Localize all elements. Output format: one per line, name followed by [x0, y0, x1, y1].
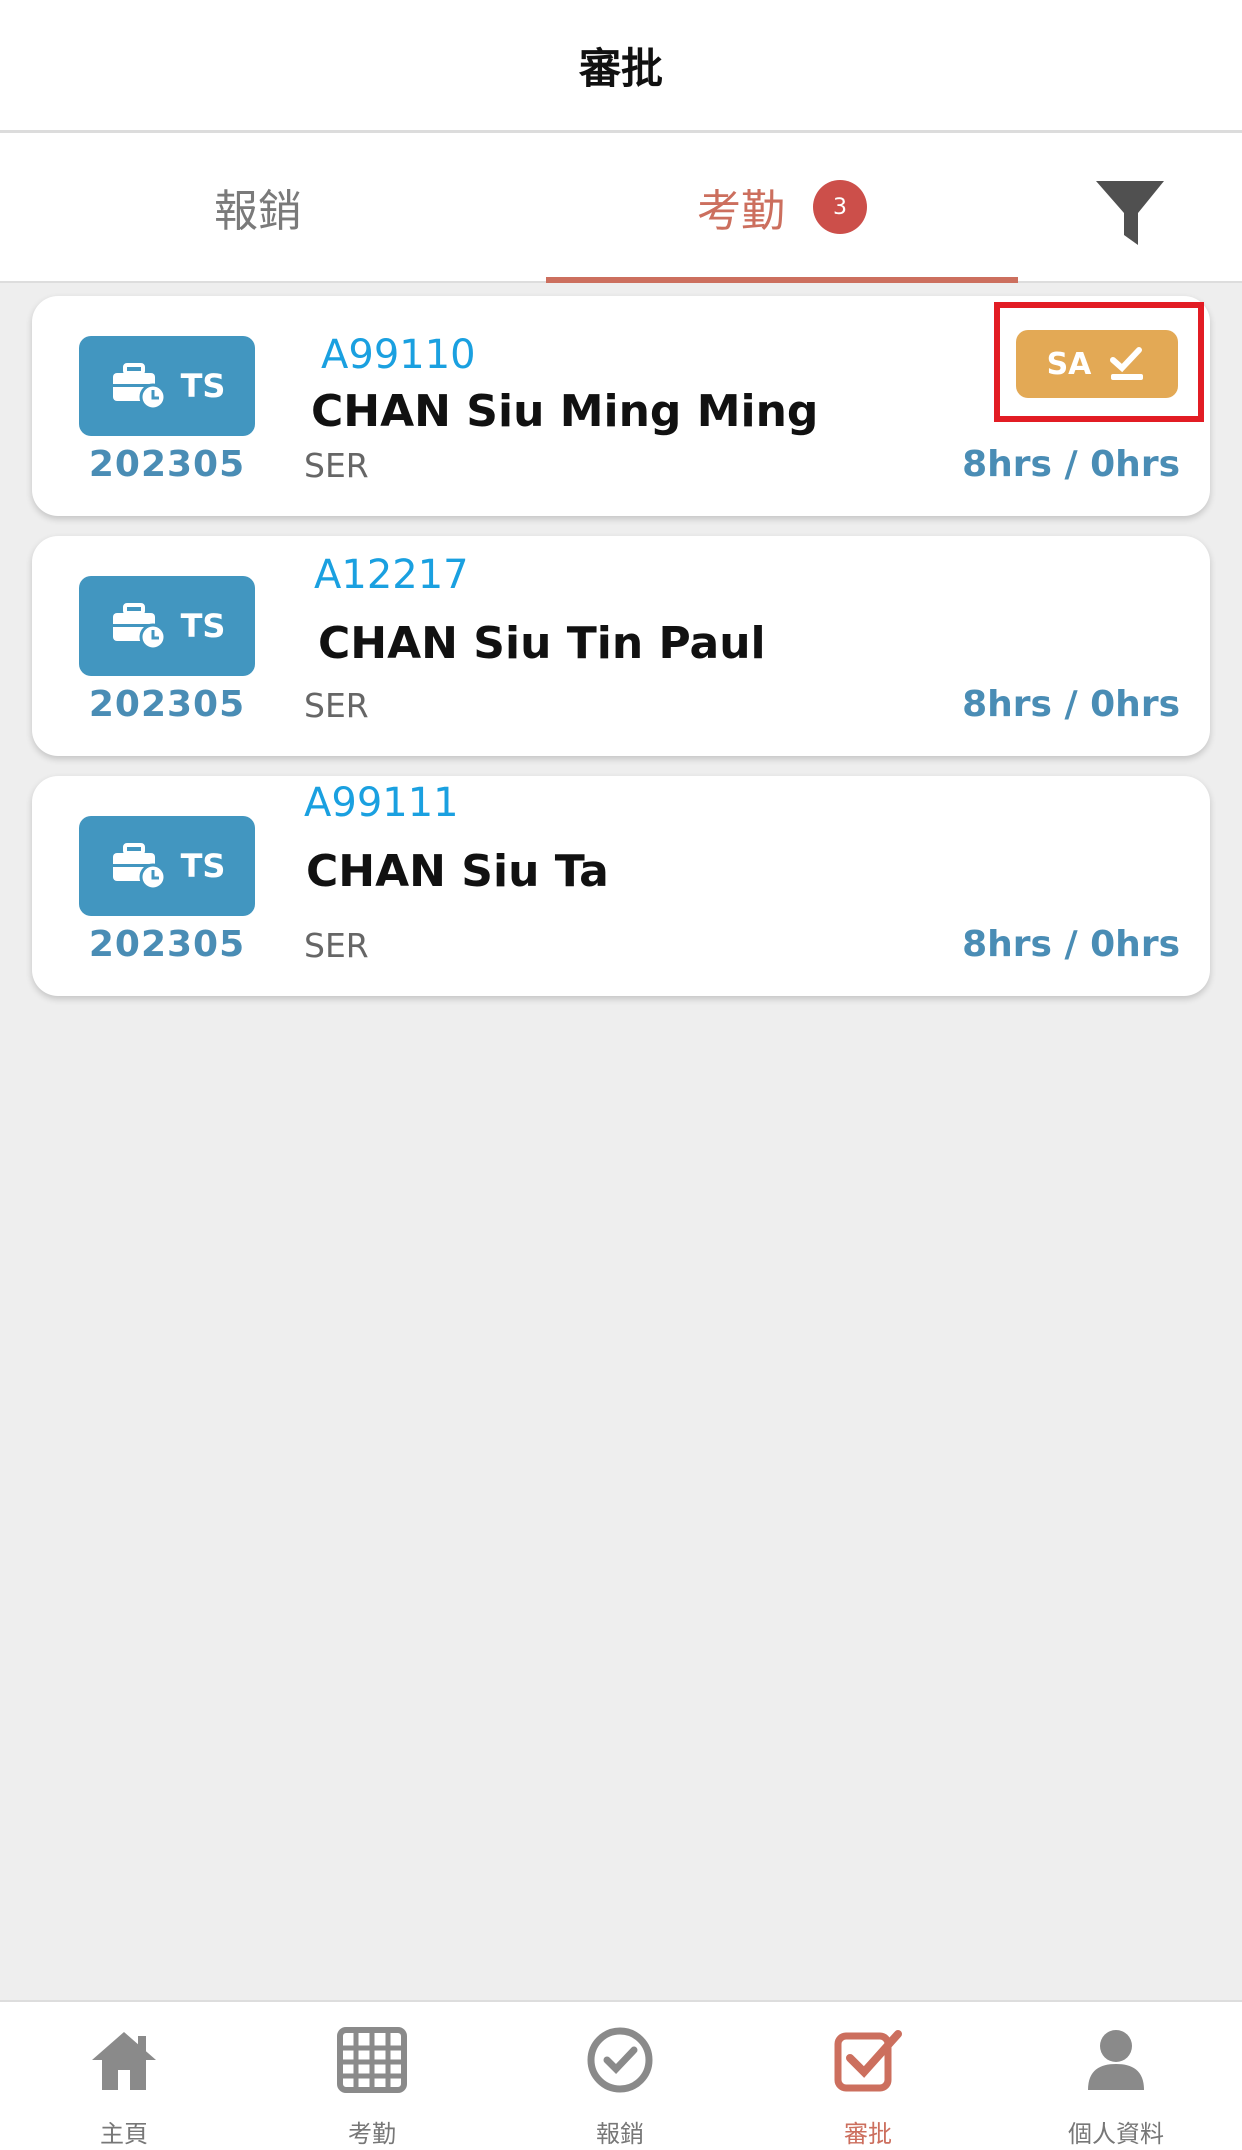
- hours-summary: 8hrs / 0hrs: [962, 684, 1180, 725]
- nav-profile[interactable]: 個人資料: [992, 2002, 1240, 2150]
- nav-home-label: 主頁: [100, 2120, 148, 2148]
- nav-attendance-label: 考勤: [348, 2120, 396, 2148]
- approval-card[interactable]: TS 202305 A99111 CHAN Siu Ta SER 8hrs / …: [32, 776, 1210, 996]
- nav-approval-label: 審批: [844, 2120, 892, 2148]
- employee-id: A99110: [321, 332, 476, 378]
- briefcase-clock-icon: [112, 603, 167, 651]
- page-title: 審批: [578, 43, 663, 93]
- tab-claims-label: 報銷: [214, 186, 302, 237]
- nav-attendance[interactable]: 考勤: [248, 2002, 496, 2150]
- app-header: 審批: [0, 0, 1242, 133]
- ts-type-badge: TS: [79, 576, 255, 676]
- employee-name: CHAN Siu Ta: [306, 846, 609, 897]
- pending-count-badge: 3: [813, 180, 867, 234]
- ts-type-label: TS: [180, 607, 226, 645]
- nav-approval[interactable]: 審批: [744, 2002, 992, 2150]
- tab-attendance-label: 考勤: [697, 186, 785, 237]
- briefcase-clock-icon: [112, 843, 167, 891]
- ts-type-badge: TS: [79, 816, 255, 916]
- period-label: 202305: [88, 684, 246, 725]
- nav-profile-label: 個人資料: [1068, 2120, 1164, 2148]
- sa-button-label: SA: [1046, 346, 1092, 382]
- filter-button[interactable]: [1090, 173, 1170, 253]
- approval-check-icon: [834, 2030, 902, 2092]
- ts-type-badge: TS: [79, 336, 255, 436]
- period-label: 202305: [88, 924, 246, 965]
- employee-id: A12217: [314, 552, 469, 598]
- employee-id: A99111: [304, 780, 459, 826]
- tab-claims[interactable]: 報銷: [0, 133, 516, 281]
- nav-claims-label: 報銷: [596, 2120, 644, 2148]
- tab-bar: 報銷 考勤 3: [0, 133, 1242, 283]
- filter-icon: [1096, 181, 1164, 245]
- department-label: SER: [304, 446, 369, 485]
- department-label: SER: [304, 926, 369, 965]
- approval-card[interactable]: TS 202305 A12217 CHAN Siu Tin Paul SER 8…: [32, 536, 1210, 756]
- employee-name: CHAN Siu Tin Paul: [318, 618, 766, 669]
- ts-type-label: TS: [180, 847, 226, 885]
- hours-summary: 8hrs / 0hrs: [962, 924, 1180, 965]
- tab-attendance[interactable]: 考勤 3: [546, 133, 1018, 283]
- profile-icon: [1088, 2030, 1144, 2090]
- sa-approve-button[interactable]: SA: [1016, 330, 1178, 398]
- briefcase-clock-icon: [112, 363, 167, 411]
- home-icon: [92, 2032, 156, 2090]
- ts-type-label: TS: [180, 367, 226, 405]
- calendar-grid-icon: [337, 2027, 407, 2093]
- nav-claims[interactable]: 報銷: [496, 2002, 744, 2150]
- approve-check-icon: [1110, 347, 1144, 380]
- bottom-nav: 主頁 考勤 報銷 審批 個人資料: [0, 2000, 1242, 2150]
- nav-home[interactable]: 主頁: [0, 2002, 248, 2150]
- check-circle-icon: [587, 2027, 653, 2093]
- hours-summary: 8hrs / 0hrs: [962, 444, 1180, 485]
- period-label: 202305: [88, 444, 246, 485]
- employee-name: CHAN Siu Ming Ming: [311, 386, 819, 437]
- department-label: SER: [304, 686, 369, 725]
